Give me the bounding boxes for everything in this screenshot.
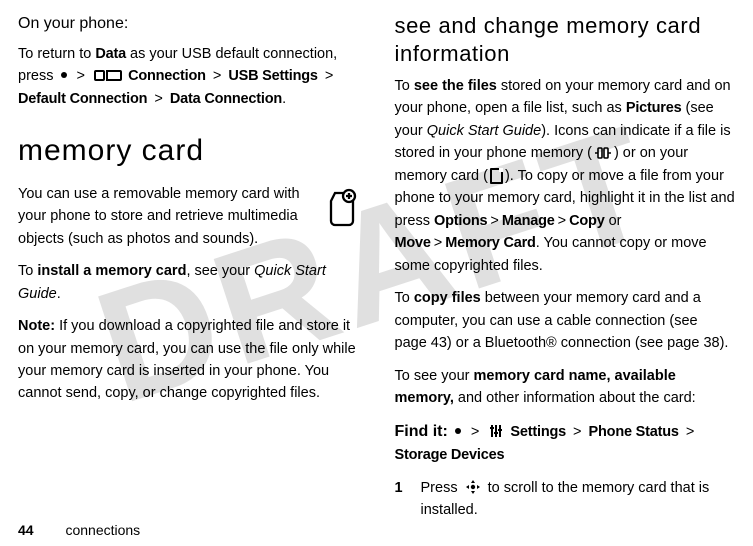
options-label: Options — [434, 213, 487, 229]
memory-card-intro-text: You can use a removable memory card with… — [18, 183, 359, 250]
phone-status-label: Phone Status — [589, 424, 679, 440]
move-label: Move — [395, 235, 431, 251]
settings-icon — [489, 424, 503, 438]
breadcrumb-separator: > — [686, 424, 694, 440]
usb-settings-label: USB Settings — [228, 68, 317, 84]
text-fragment: . — [282, 91, 286, 107]
breadcrumb-separator: > — [77, 68, 85, 84]
manage-label: Manage — [502, 213, 555, 229]
pictures-label: Pictures — [626, 100, 682, 116]
text-fragment: . — [57, 286, 61, 302]
text-fragment: To see your — [395, 368, 474, 384]
center-key-icon — [61, 72, 67, 78]
text-fragment: and other information about the card: — [454, 390, 696, 406]
return-to-data-paragraph: To return to Data as your USB default co… — [18, 43, 359, 110]
memory-card-label: Memory Card — [445, 235, 535, 251]
step-text: Press to scroll to the memory card that … — [421, 477, 736, 522]
page-footer: 44 connections — [18, 522, 140, 538]
breadcrumb-separator: > — [213, 68, 221, 84]
copy-files-paragraph: To copy files between your memory card a… — [395, 287, 736, 354]
settings-label: Settings — [510, 424, 566, 440]
text-fragment: Press — [421, 480, 462, 496]
storage-devices-label: Storage Devices — [395, 447, 505, 463]
see-files-paragraph: To see the files stored on your memory c… — [395, 75, 736, 277]
on-your-phone-heading: On your phone: — [18, 12, 359, 37]
section-name: connections — [65, 522, 140, 538]
note-text: If you download a copyrighted file and s… — [18, 318, 356, 401]
memory-card-icon — [490, 168, 503, 184]
text-fragment: To — [18, 263, 37, 279]
breadcrumb-separator: > — [471, 424, 479, 440]
center-key-icon — [455, 428, 461, 434]
text-fragment: To return to — [18, 46, 95, 62]
see-change-memory-heading: see and change memory card information — [395, 12, 736, 67]
memory-card-intro-block: You can use a removable memory card with… — [18, 183, 359, 250]
quick-start-guide-ref: Quick Start Guide — [427, 123, 541, 139]
breadcrumb-separator: > — [573, 424, 581, 440]
text-fragment: To — [395, 78, 414, 94]
sd-card-illustration-icon — [325, 187, 359, 229]
breadcrumb-separator: > — [490, 213, 498, 229]
page-content: On your phone: To return to Data as your… — [0, 0, 753, 546]
text-fragment: or — [605, 213, 622, 229]
note-paragraph: Note: If you download a copyrighted file… — [18, 315, 359, 405]
nav-key-icon — [465, 479, 481, 495]
page-number: 44 — [18, 522, 34, 538]
find-it-label: Find it: — [395, 423, 448, 440]
breadcrumb-separator: > — [325, 68, 333, 84]
data-label: Data — [95, 46, 126, 62]
phone-memory-icon — [594, 147, 612, 159]
text-fragment: , see your — [186, 263, 254, 279]
connection-icon — [94, 70, 122, 81]
find-it-line: Find it: > Settings > Phone Status > Sto… — [395, 420, 736, 467]
text-fragment: To — [395, 290, 414, 306]
right-column: see and change memory card information T… — [377, 12, 736, 540]
see-the-files-bold: see the files — [414, 78, 497, 94]
breadcrumb-separator: > — [434, 235, 442, 251]
connection-label: Connection — [128, 68, 206, 84]
breadcrumb-separator: > — [558, 213, 566, 229]
note-label: Note: — [18, 318, 55, 334]
default-connection-label: Default Connection — [18, 91, 147, 107]
install-memory-card-bold: install a memory card — [37, 263, 186, 279]
step-number: 1 — [395, 477, 421, 522]
steps-list: 1 Press to scroll to the memory card tha… — [395, 477, 736, 522]
memory-card-heading: memory card — [18, 128, 359, 175]
left-column: On your phone: To return to Data as your… — [18, 12, 377, 540]
step-1: 1 Press to scroll to the memory card tha… — [395, 477, 736, 522]
memory-card-info-paragraph: To see your memory card name, available … — [395, 365, 736, 410]
copy-files-bold: copy files — [414, 290, 481, 306]
data-connection-label: Data Connection — [170, 91, 282, 107]
breadcrumb-separator: > — [154, 91, 162, 107]
install-card-paragraph: To install a memory card, see your Quick… — [18, 260, 359, 305]
copy-label: Copy — [569, 213, 604, 229]
